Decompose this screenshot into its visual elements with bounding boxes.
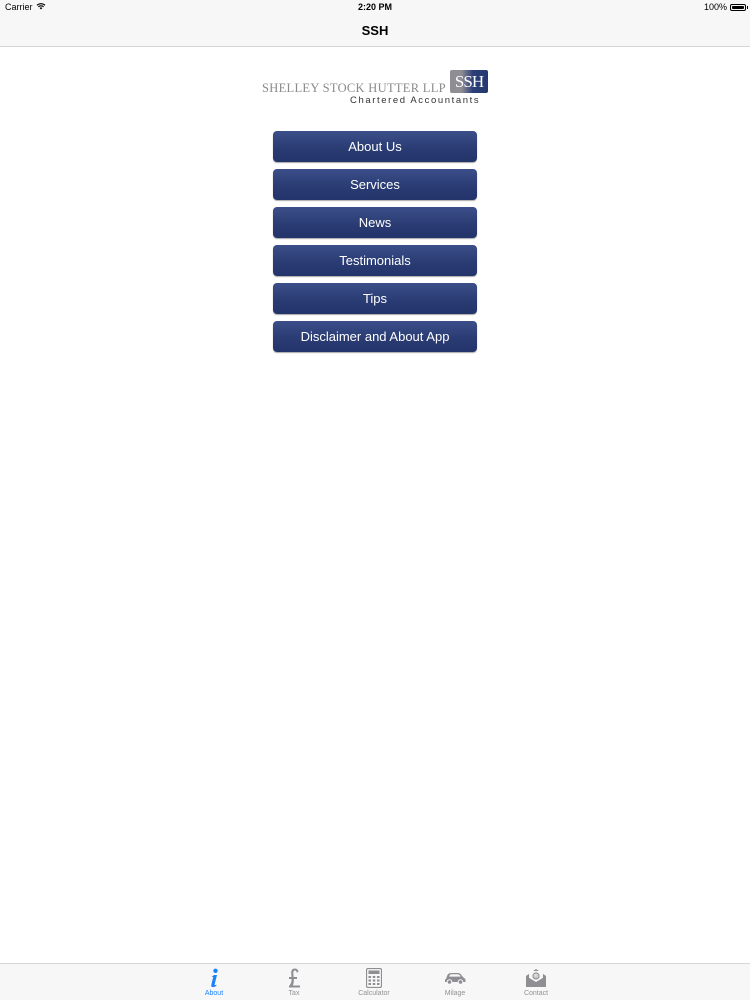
logo-tagline: Chartered Accountants	[350, 95, 481, 106]
info-icon	[174, 967, 254, 989]
battery-icon	[730, 3, 748, 11]
car-icon	[415, 967, 495, 989]
status-right: 100%	[703, 0, 748, 14]
svg-text:@: @	[534, 974, 539, 979]
status-time: 2:20 PM	[357, 2, 392, 12]
logo-badge: SSH	[450, 70, 488, 93]
services-button[interactable]: Services	[273, 169, 477, 200]
pound-icon	[254, 967, 334, 989]
tab-calculator[interactable]: Calculator	[334, 964, 414, 1000]
navigation-bar: SSH	[0, 14, 750, 47]
tab-milage[interactable]: Milage	[415, 964, 495, 1000]
tab-contact[interactable]: @ Contact	[496, 964, 576, 1000]
tips-button[interactable]: Tips	[273, 283, 477, 314]
tab-contact-label: Contact	[523, 990, 549, 997]
logo-firm-name: SHELLEY STOCK HUTTER LLP	[262, 81, 446, 95]
tab-about[interactable]: About	[174, 964, 254, 1000]
tab-milage-label: Milage	[444, 990, 466, 997]
disclaimer-button[interactable]: Disclaimer and About App	[273, 321, 477, 352]
battery-percent: 100%	[703, 2, 727, 12]
testimonials-button[interactable]: Testimonials	[273, 245, 477, 276]
tab-tax-label: Tax	[288, 990, 300, 997]
tab-about-label: About	[204, 990, 224, 997]
tab-tax[interactable]: Tax	[254, 964, 334, 1000]
about-us-button[interactable]: About Us	[273, 131, 477, 162]
calculator-icon	[334, 967, 414, 989]
tab-calculator-label: Calculator	[358, 990, 390, 997]
envelope-icon: @	[496, 967, 576, 989]
firm-logo: SHELLEY STOCK HUTTER LLP SSH Chartered A…	[262, 70, 492, 110]
page-title: SSH	[361, 23, 389, 38]
status-bar: Carrier 2:20 PM 100%	[0, 0, 750, 14]
main-menu: About Us Services News Testimonials Tips…	[273, 131, 477, 359]
tab-bar: About Tax Calculator Milage @ Contact	[0, 963, 750, 1000]
news-button[interactable]: News	[273, 207, 477, 238]
